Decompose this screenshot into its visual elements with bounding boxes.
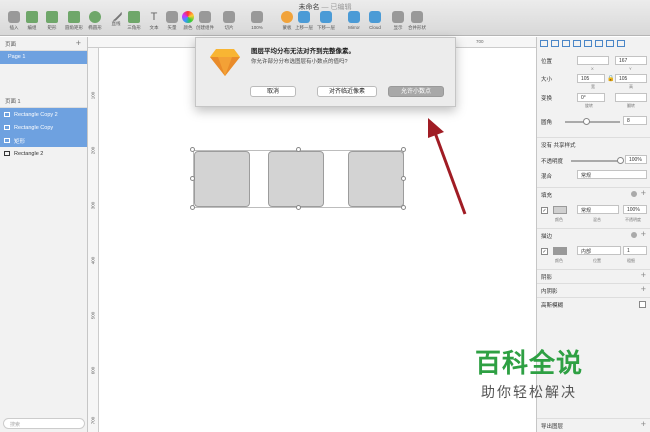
blur-section[interactable]: 高斯模糊 (537, 297, 650, 310)
alert-dialog: 图层平均分布无法对齐到完整像素。 你允许部分分布选图层有小数点的值吗? 取消 对… (195, 37, 456, 107)
export-section[interactable]: 导出图层 + (537, 418, 650, 432)
add-export-icon[interactable]: + (641, 419, 646, 429)
fill-opacity-field[interactable]: 100% (623, 205, 647, 214)
opacity-slider-knob[interactable] (617, 157, 624, 164)
watermark-logo: 百科全说 助你轻松解决 (475, 349, 584, 401)
align-middle-icon[interactable] (584, 40, 592, 47)
align-bottom-icon[interactable] (595, 40, 603, 47)
cancel-button[interactable]: 取消 (250, 86, 296, 97)
border-section: 描边 + (537, 228, 650, 241)
fill-blend-select[interactable]: 常规 (577, 205, 619, 214)
lock-ratio-icon[interactable]: 🔒 (607, 75, 614, 82)
fill-checkbox[interactable]: ✓ (541, 207, 548, 214)
fill-color-swatch[interactable] (553, 206, 567, 214)
distribute-h-icon[interactable] (606, 40, 614, 47)
flip-control[interactable] (615, 93, 647, 102)
add-inner-shadow-icon[interactable]: + (641, 284, 646, 294)
x-field[interactable] (577, 56, 609, 65)
opacity-slider[interactable] (571, 160, 621, 162)
width-field[interactable]: 105 (577, 74, 605, 83)
height-field[interactable]: 105 (615, 74, 647, 83)
border-checkbox[interactable]: ✓ (541, 248, 548, 255)
radius-field[interactable]: 8 (623, 116, 647, 125)
dialog-message: 你允许部分分布选图层有小数点的值吗? (251, 59, 348, 65)
opacity-field[interactable]: 100% (625, 155, 647, 164)
align-left-icon[interactable] (540, 40, 548, 47)
gear-icon[interactable] (631, 191, 637, 197)
align-center-icon[interactable] (551, 40, 559, 47)
inner-shadow-section[interactable]: 内阴影 + (537, 283, 650, 296)
add-shadow-icon[interactable]: + (641, 270, 646, 280)
blend-select[interactable]: 常规 (577, 170, 647, 179)
blur-checkbox[interactable] (639, 301, 646, 308)
shared-style-select[interactable]: 没有 共享样式 (537, 137, 650, 150)
dialog-title: 图层平均分布无法对齐到完整像素。 (251, 48, 355, 55)
align-top-icon[interactable] (573, 40, 581, 47)
distribute-v-icon[interactable] (617, 40, 625, 47)
snap-pixel-button[interactable]: 对齐临近像素 (317, 86, 377, 97)
radius-slider[interactable] (565, 121, 620, 123)
allow-decimal-button[interactable]: 允许小数点 (388, 86, 444, 97)
border-color-swatch[interactable] (553, 247, 567, 255)
add-border-icon[interactable]: + (641, 229, 646, 239)
border-position-select[interactable]: 内部 (577, 246, 621, 255)
sketch-logo-icon (210, 49, 240, 76)
align-toolbar (537, 37, 650, 51)
add-fill-icon[interactable]: + (641, 188, 646, 198)
shadow-section[interactable]: 阴影 + (537, 269, 650, 282)
align-right-icon[interactable] (562, 40, 570, 47)
y-field[interactable]: 167 (615, 56, 647, 65)
radius-slider-knob[interactable] (583, 118, 590, 125)
gear-icon[interactable] (631, 232, 637, 238)
fill-section: 填充 + (537, 187, 650, 200)
rotate-field[interactable]: 0° (577, 93, 605, 102)
border-width-field[interactable]: 1 (623, 246, 647, 255)
